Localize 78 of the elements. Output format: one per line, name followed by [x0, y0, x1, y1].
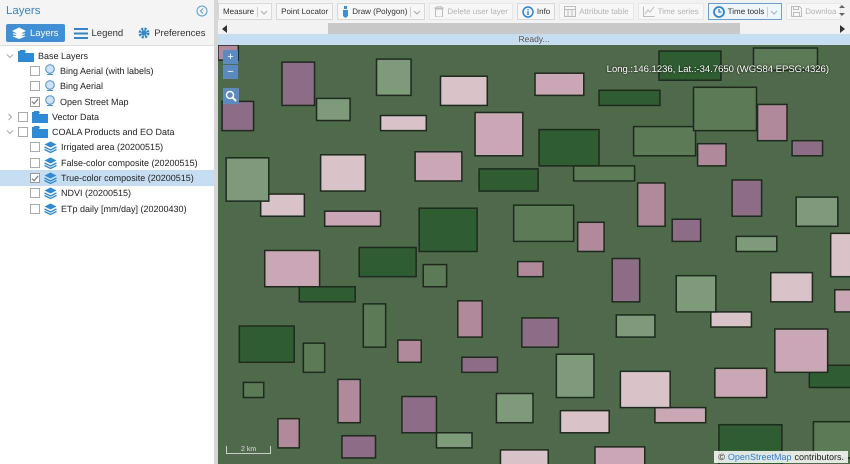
tree-label: NDVI (20200515) — [61, 188, 132, 198]
scrollbar-thumb[interactable] — [328, 23, 740, 34]
expander-icon[interactable] — [6, 128, 14, 136]
tree-item[interactable]: COALA Products and EO Data — [0, 124, 214, 140]
trash-icon — [434, 6, 444, 17]
chart-icon — [642, 6, 655, 17]
attribution-text: contributors. — [794, 452, 844, 462]
checkbox[interactable] — [30, 81, 40, 92]
globe-icon — [44, 80, 56, 93]
tree-item[interactable]: Bing Aerial — [0, 78, 214, 94]
checkbox[interactable] — [30, 158, 40, 168]
panel-tab[interactable]: Preferences — [132, 24, 212, 42]
toolbar-button[interactable]: Time tools — [708, 3, 782, 20]
layers-icon — [44, 172, 57, 184]
coordinates-readout: Long.:146.1236, Lat.:-34.7650 (WGS84 EPSG:4326) — [606, 64, 829, 75]
zoom-out-button[interactable]: − — [223, 65, 238, 79]
tree-label: Irrigated area (20200515) — [61, 142, 164, 152]
layers-icon — [44, 202, 57, 215]
toolbar-button[interactable]: Info — [516, 3, 556, 20]
tree-label: True-color composite (20200515) — [61, 173, 194, 184]
info-icon — [522, 6, 534, 18]
zoom-search-button[interactable] — [223, 88, 239, 104]
checkbox[interactable] — [30, 142, 40, 152]
toolbar-button[interactable]: Point Locator — [276, 3, 334, 20]
checkbox[interactable] — [30, 188, 40, 198]
folder-icon — [18, 50, 34, 62]
zoom-in-button[interactable]: + — [223, 50, 238, 64]
folder-icon — [32, 126, 48, 138]
tree-item[interactable]: Bing Aerial (with labels) — [0, 63, 214, 79]
checkbox[interactable] — [30, 66, 40, 76]
checkbox[interactable] — [30, 96, 40, 107]
expander-icon[interactable] — [6, 112, 14, 121]
checkbox[interactable] — [18, 127, 28, 138]
toolbar-button[interactable]: Draw (Polygon) — [337, 3, 426, 20]
clock-icon — [712, 6, 725, 18]
tree-item[interactable]: NDVI (20200515) — [0, 186, 214, 201]
tree-item[interactable]: ETp daily [mm/day] (20200430) — [0, 200, 214, 216]
toolbar-button[interactable]: Measure — [218, 3, 272, 20]
tree-item[interactable]: Open Street Map — [0, 94, 214, 110]
tree-item[interactable]: False-color composite (20200515) — [0, 155, 214, 170]
tree-item[interactable]: Irrigated area (20200515) — [0, 140, 214, 156]
tree-item[interactable]: Base Layers — [0, 48, 214, 64]
tree-label: Bing Aerial — [60, 81, 104, 92]
tree-label: Open Street Map — [60, 96, 129, 107]
panel-tab[interactable]: Legend — [68, 24, 130, 42]
caret-icon[interactable] — [767, 6, 780, 16]
checkbox[interactable] — [30, 173, 40, 184]
list-icon — [74, 28, 88, 38]
checkbox[interactable] — [30, 204, 40, 214]
tree-label: ETp daily [mm/day] (20200430) — [61, 204, 187, 214]
scroll-arrows-icon[interactable] — [838, 3, 846, 19]
scroll-right-icon[interactable] — [840, 24, 846, 32]
marker-icon — [342, 6, 350, 18]
tree-label: False-color composite (20200515) — [61, 158, 198, 168]
table-icon — [564, 6, 576, 17]
status-bar: Ready... — [218, 34, 850, 45]
collapse-icon[interactable] — [196, 5, 208, 17]
expander-icon[interactable] — [6, 52, 14, 60]
scroll-left-icon[interactable] — [222, 24, 228, 32]
copyright-text: © — [718, 452, 725, 462]
checkbox[interactable] — [18, 112, 28, 122]
layers-icon — [44, 187, 57, 200]
gear-icon — [138, 27, 150, 39]
tree-item[interactable]: True-color composite (20200515) — [0, 170, 214, 186]
tree-label: Vector Data — [52, 112, 100, 122]
panel-title: Layers — [6, 5, 41, 17]
caret-icon[interactable] — [257, 6, 270, 16]
caret-icon[interactable] — [410, 6, 422, 16]
folder-icon — [32, 110, 48, 123]
tree-label: Base Layers — [38, 50, 88, 61]
layers-icon — [44, 156, 57, 169]
tree-label: Bing Aerial (with labels) — [60, 66, 154, 76]
globe-icon — [44, 64, 56, 78]
tree-label: COALA Products and EO Data — [52, 127, 175, 138]
layers-icon — [12, 27, 26, 39]
layers-icon — [44, 141, 57, 154]
globe-icon — [44, 95, 56, 108]
tree-item[interactable]: Vector Data — [0, 109, 214, 124]
